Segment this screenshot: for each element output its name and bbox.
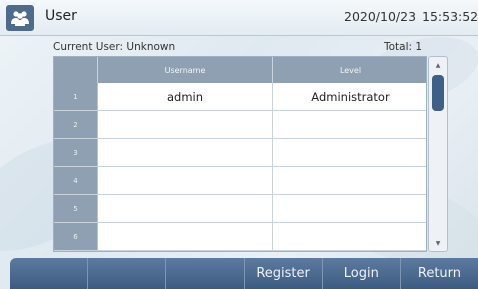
date-display: 2020/10/23 (344, 9, 417, 24)
toolbar-button-empty-3[interactable] (166, 258, 245, 289)
row-index: 2 (54, 111, 98, 138)
current-user-label: Current User: Unknown (53, 41, 176, 53)
table-scrollbar[interactable]: ▲ ▼ (428, 56, 448, 252)
table-row[interactable]: 5 (54, 195, 426, 223)
level-cell[interactable] (273, 195, 426, 222)
level-cell[interactable] (273, 167, 426, 194)
username-cell[interactable] (98, 139, 273, 166)
return-button[interactable]: Return (400, 258, 478, 289)
table-row[interactable]: 1 admin Administrator (54, 83, 426, 111)
toolbar-button-empty-1[interactable] (10, 258, 89, 289)
title-bar: User 2020/10/23 15:53:52 (0, 0, 478, 36)
row-index: 6 (54, 223, 98, 250)
row-index: 1 (54, 83, 98, 110)
table-header: Username Level (54, 57, 426, 83)
row-index: 4 (54, 167, 98, 194)
username-cell[interactable] (98, 195, 273, 222)
scroll-down-icon[interactable]: ▼ (429, 237, 447, 249)
column-header-index (54, 57, 98, 83)
user-table: Username Level 1 admin Administrator 2 3… (53, 56, 427, 252)
username-cell[interactable] (98, 167, 273, 194)
username-cell[interactable] (98, 223, 273, 250)
register-button[interactable]: Register (244, 258, 323, 289)
users-icon (6, 5, 34, 31)
login-button[interactable]: Login (322, 258, 401, 289)
table-row[interactable]: 3 (54, 139, 426, 167)
total-count: Total: 1 (384, 41, 423, 53)
table-body: 1 admin Administrator 2 3 4 5 6 (54, 83, 426, 251)
column-header-level[interactable]: Level (273, 57, 426, 83)
time-display: 15:53:52 (422, 9, 478, 24)
row-index: 3 (54, 139, 98, 166)
username-cell[interactable]: admin (98, 83, 273, 110)
scroll-up-icon[interactable]: ▲ (429, 59, 447, 71)
scrollbar-thumb[interactable] (432, 75, 444, 111)
bottom-toolbar: Register Login Return (10, 258, 478, 289)
level-cell[interactable] (273, 111, 426, 138)
row-index: 5 (54, 195, 98, 222)
column-header-username[interactable]: Username (98, 57, 273, 83)
username-cell[interactable] (98, 111, 273, 138)
level-cell[interactable] (273, 139, 426, 166)
level-cell[interactable] (273, 223, 426, 250)
page-title: User (45, 8, 77, 24)
level-cell[interactable]: Administrator (273, 83, 426, 110)
table-row[interactable]: 2 (54, 111, 426, 139)
toolbar-button-empty-2[interactable] (88, 258, 167, 289)
table-row[interactable]: 6 (54, 223, 426, 251)
table-row[interactable]: 4 (54, 167, 426, 195)
